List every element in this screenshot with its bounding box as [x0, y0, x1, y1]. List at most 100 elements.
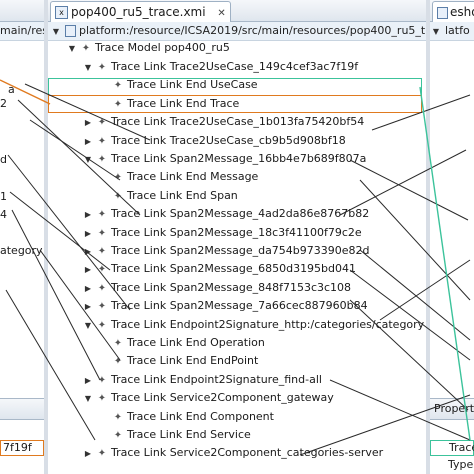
tree-row-label: Trace Link End Message [127, 170, 259, 184]
tree-row-label: Trace Link Trace2UseCase_1b013fa75420bf5… [111, 115, 365, 129]
chevron-down-icon[interactable]: ▼ [84, 59, 92, 77]
editor-tabbar: x pop400_ru5_trace.xmi ✕ [48, 0, 426, 22]
trace-link-row[interactable]: ▶ ✦ Trace Link Span2Message_848f7153c3c108 [84, 279, 351, 297]
tree-row-label: Trace Link Endpoint2Signature_find-all [111, 372, 322, 386]
diamond-node-icon: ✦ [113, 338, 123, 349]
tree-row-label: Trace Link Span2Message_18c3f41100f79c2e [111, 225, 362, 239]
trace-link-row[interactable]: ▶ ✦ Trace Link Span2Message_18c3f41100f79c… [84, 224, 362, 242]
chevron-right-icon[interactable]: ▶ [84, 280, 92, 298]
left-item[interactable]: d [0, 153, 7, 166]
trace-link-end-row[interactable]: ✦ Trace Link End EndPoint [100, 352, 259, 370]
tree-row-label: Trace Link Trace2UseCase_cb9b5d908bf18 [111, 133, 346, 147]
left-item[interactable]: ategory [0, 244, 43, 257]
xmi-file-icon [437, 6, 448, 19]
diamond-node-icon: ✦ [97, 393, 107, 405]
chevron-right-icon[interactable]: ▶ [84, 243, 92, 261]
trace-link-row[interactable]: ▶ ✦ Trace Link Trace2UseCase_cb9b5d908bf18 [84, 132, 346, 150]
trace-link-row[interactable]: ▼ ✦ Trace Link Trace2UseCase_149c4cef3ac7f… [84, 58, 358, 76]
left-properties-bar [0, 398, 44, 420]
tree-row-label: Trace Link End Operation [127, 336, 265, 349]
diamond-node-icon: ✦ [97, 264, 107, 276]
trace-link-row[interactable]: ▼ ✦ Trace Link Endpoint2Signature_http:/ca… [84, 316, 424, 334]
right-model-panel: esho ▼ latfo Propert Trace Type [430, 0, 474, 474]
properties-bar: Propert [430, 398, 474, 420]
left-selected-value[interactable]: 7f19f [0, 440, 44, 456]
diamond-node-icon: ✦ [113, 411, 123, 423]
diamond-node-icon: ✦ [97, 448, 107, 460]
trace-link-row[interactable]: ▶ ✦ Trace Link Trace2UseCase_1b013fa75420b… [84, 113, 364, 131]
trace-link-end-row[interactable]: ✦ Trace Link End Service [100, 426, 251, 444]
properties-row-label: Type [448, 458, 474, 471]
tree-row-label: Trace Link Span2Message_7a66cec887960b84 [111, 299, 368, 313]
tree-row-label: Trace Link Span2Message_16bb4e7b689f807a [111, 152, 367, 165]
trace-link-row[interactable]: ▶ ✦ Trace Link Span2Message_7a66cec887960b… [84, 297, 368, 315]
trace-link-row[interactable]: ▶ ✦ Trace Link Service2Component_categorie… [84, 444, 383, 462]
tree-root-label: Trace Model pop400_ru5 [95, 41, 230, 54]
editor-tab[interactable]: x pop400_ru5_trace.xmi ✕ [50, 1, 231, 22]
chevron-right-icon[interactable]: ▶ [84, 114, 92, 132]
left-selected-value-text: 7f19f [3, 441, 32, 454]
chevron-right-icon[interactable]: ▶ [84, 133, 92, 151]
diamond-node-icon: ✦ [113, 190, 123, 202]
trace-link-end-row[interactable]: ✦ Trace Link End Span [100, 187, 238, 205]
trace-link-end-row[interactable]: ✦ Trace Link End Component [100, 408, 274, 426]
close-icon[interactable]: ✕ [217, 8, 225, 19]
chevron-right-icon[interactable]: ▶ [84, 298, 92, 316]
left-item[interactable]: 4 [0, 208, 7, 221]
diamond-node-icon: ✦ [97, 154, 107, 165]
diamond-node-icon: ✦ [97, 282, 107, 294]
xmi-file-icon: x [55, 6, 68, 19]
trace-link-end-row[interactable]: ✦ Trace Link End Message [100, 168, 259, 186]
tree-row-label: Trace Link Service2Component_gateway [111, 391, 334, 405]
properties-row-label: Trace [449, 441, 474, 454]
resource-path[interactable]: platform:/resource/ICSA2019/src/main/res… [79, 24, 425, 37]
tree-row-label: Trace Link Span2Message_4ad2da86e8767b82 [111, 207, 370, 221]
diamond-node-icon: ✦ [97, 135, 107, 147]
diamond-node-icon: ✦ [97, 209, 107, 221]
left-tabbar [0, 0, 44, 22]
left-item[interactable]: 2 [0, 97, 7, 110]
left-item[interactable]: a [8, 83, 15, 96]
trace-link-row[interactable]: ▼ ✦ Trace Link Service2Component_gateway [84, 389, 334, 407]
diamond-node-icon: ✦ [113, 172, 123, 184]
chevron-right-icon[interactable]: ▶ [84, 261, 92, 279]
selection-highlight-orange [48, 95, 422, 113]
right-tab[interactable]: esho [432, 1, 474, 22]
properties-row-trace[interactable]: Trace [430, 440, 474, 456]
right-path-bar: ▼ latfo [430, 22, 474, 41]
diamond-node-icon: ✦ [97, 374, 107, 386]
chevron-right-icon[interactable]: ▶ [84, 372, 92, 390]
chevron-down-icon[interactable]: ▼ [52, 23, 60, 41]
trace-link-end-row[interactable]: ✦ Trace Link End Operation [100, 334, 265, 352]
trace-link-row[interactable]: ▶ ✦ Trace Link Endpoint2Signature_find-all [84, 371, 322, 389]
trace-link-row[interactable]: ▼ ✦ Trace Link Span2Message_16bb4e7b689f80… [84, 150, 366, 168]
tree-row-label: Trace Link Span2Message_da754b973390e82d [111, 244, 370, 257]
trace-link-row[interactable]: ▶ ✦ Trace Link Span2Message_4ad2da86e8767b… [84, 205, 369, 223]
chevron-down-icon[interactable]: ▼ [68, 40, 76, 58]
tree-row-label: Trace Link Trace2UseCase_149c4cef3ac7f19… [111, 60, 359, 73]
chevron-right-icon[interactable]: ▶ [84, 445, 92, 463]
tree-row-label: Trace Link Service2Component_categories-… [111, 446, 384, 460]
chevron-down-icon[interactable]: ▼ [84, 390, 92, 408]
xmi-file-icon [65, 25, 76, 37]
trace-link-row[interactable]: ▶ ✦ Trace Link Span2Message_da754b973390e8… [84, 242, 370, 260]
tree-row-label: Trace Link End Span [127, 188, 238, 202]
left-path-text: main/res [0, 24, 44, 37]
tree-row-label: Trace Link Endpoint2Signature_http:/cate… [111, 317, 425, 331]
diamond-node-icon: ✦ [97, 227, 107, 239]
chevron-right-icon[interactable]: ▶ [84, 206, 92, 224]
diamond-node-icon: ✦ [81, 43, 91, 54]
chevron-down-icon[interactable]: ▼ [84, 151, 92, 169]
editor-tab-title: pop400_ru5_trace.xmi [71, 5, 206, 19]
trace-link-row[interactable]: ▶ ✦ Trace Link Span2Message_6850d3195bd041 [84, 260, 356, 278]
diamond-node-icon: ✦ [97, 62, 107, 73]
trace-model-editor: x pop400_ru5_trace.xmi ✕ ▼ platform:/resou… [48, 0, 426, 474]
diamond-node-icon: ✦ [113, 356, 123, 368]
tree-root-row[interactable]: ▼ ✦ Trace Model pop400_ru5 [68, 39, 230, 57]
left-item[interactable]: 1 [0, 190, 7, 203]
tree-row-label: Trace Link End EndPoint [127, 354, 259, 368]
chevron-down-icon[interactable]: ▼ [432, 23, 440, 41]
chevron-right-icon[interactable]: ▶ [84, 225, 92, 243]
chevron-down-icon[interactable]: ▼ [84, 317, 92, 335]
diamond-node-icon: ✦ [97, 319, 107, 331]
